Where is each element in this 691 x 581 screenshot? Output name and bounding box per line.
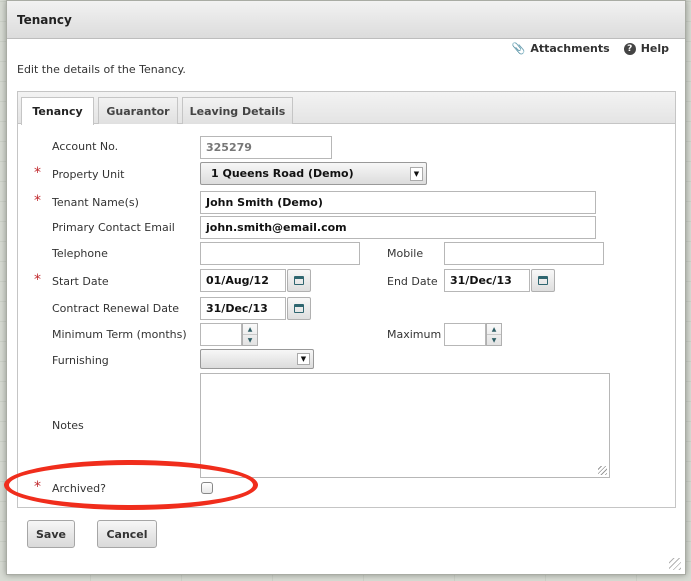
furnishing-select[interactable]: ▼ [200, 349, 314, 369]
contract-renewal-calendar-button[interactable] [287, 297, 311, 320]
property-unit-label: * Property Unit [34, 165, 125, 181]
minimum-term-stepper[interactable]: ▲ ▼ [242, 323, 258, 346]
maximum-input[interactable] [444, 323, 486, 346]
dialog-title: Tenancy [7, 1, 685, 39]
stepper-down-icon[interactable]: ▼ [487, 334, 501, 345]
stepper-up-icon[interactable]: ▲ [487, 324, 501, 334]
minimum-term-input[interactable] [200, 323, 242, 346]
calendar-icon [294, 304, 304, 313]
resize-grip-icon[interactable] [598, 466, 607, 475]
notes-textarea[interactable] [200, 373, 610, 478]
help-link[interactable]: ? Help [623, 42, 669, 55]
tab-tenancy[interactable]: Tenancy [21, 97, 94, 125]
dialog-resize-icon[interactable] [669, 558, 681, 570]
intro-text: Edit the details of the Tenancy. [17, 63, 186, 76]
contract-renewal-input[interactable]: 31/Dec/13 [200, 297, 286, 320]
paperclip-icon: 📎 [511, 42, 526, 55]
chevron-down-icon: ▼ [297, 353, 310, 365]
account-no-field: 325279 [200, 136, 332, 159]
minimum-term-label: Minimum Term (months) [52, 328, 187, 341]
required-marker: * [34, 165, 41, 181]
notes-label: Notes [52, 419, 84, 432]
dialog-links: 📎 Attachments ? Help [512, 42, 669, 55]
furnishing-label: Furnishing [52, 354, 109, 367]
required-marker: * [34, 193, 41, 209]
highlight-annotation [4, 460, 258, 510]
required-marker: * [34, 272, 41, 288]
start-date-calendar-button[interactable] [287, 269, 311, 292]
telephone-label: Telephone [52, 247, 108, 260]
start-date-input[interactable]: 01/Aug/12 [200, 269, 286, 292]
maximum-label: Maximum [387, 328, 442, 341]
chevron-down-icon: ▼ [410, 167, 423, 181]
tenant-names-label: * Tenant Name(s) [34, 193, 139, 209]
tab-leaving-details[interactable]: Leaving Details [182, 97, 293, 124]
start-date-label: * Start Date [34, 272, 109, 288]
calendar-icon [294, 276, 304, 285]
property-unit-select[interactable]: 1 Queens Road (Demo) ▼ [200, 162, 427, 185]
primary-email-input[interactable]: john.smith@email.com [200, 216, 596, 239]
telephone-input[interactable] [200, 242, 360, 265]
maximum-stepper[interactable]: ▲ ▼ [486, 323, 502, 346]
tab-bar: Tenancy Guarantor Leaving Details [18, 92, 675, 125]
stepper-up-icon[interactable]: ▲ [243, 324, 257, 334]
help-icon: ? [623, 42, 636, 55]
contract-renewal-label: Contract Renewal Date [52, 302, 180, 315]
account-no-label: Account No. [52, 140, 119, 153]
tab-guarantor[interactable]: Guarantor [98, 97, 178, 124]
save-button[interactable]: Save [27, 520, 75, 548]
end-date-label: End Date [387, 275, 438, 288]
tab-panel: Tenancy Guarantor Leaving Details Accoun… [17, 91, 676, 508]
attachments-link[interactable]: 📎 Attachments [512, 42, 610, 55]
tenant-names-input[interactable]: John Smith (Demo) [200, 191, 596, 214]
calendar-icon [538, 276, 548, 285]
end-date-input[interactable]: 31/Dec/13 [444, 269, 530, 292]
primary-email-label: Primary Contact Email [52, 221, 175, 234]
mobile-input[interactable] [444, 242, 604, 265]
cancel-button[interactable]: Cancel [97, 520, 157, 548]
stepper-down-icon[interactable]: ▼ [243, 334, 257, 345]
mobile-label: Mobile [387, 247, 424, 260]
end-date-calendar-button[interactable] [531, 269, 555, 292]
